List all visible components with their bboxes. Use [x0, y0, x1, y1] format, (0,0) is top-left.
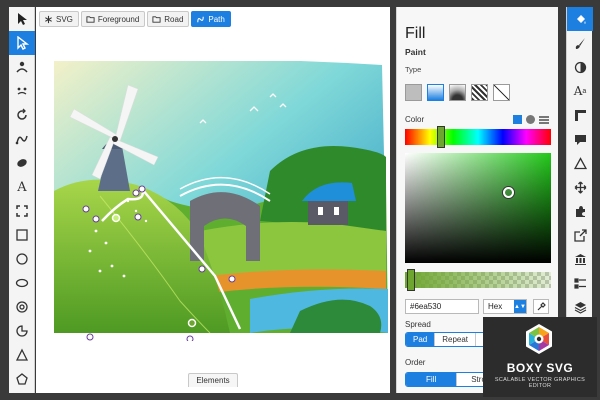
eyedropper-button[interactable]: [533, 299, 549, 314]
triangle-icon[interactable]: [9, 343, 35, 367]
type-radial-button[interactable]: [449, 84, 466, 101]
paint-section-title: Paint: [405, 47, 426, 57]
artwork-canvas[interactable]: [50, 61, 394, 341]
type-linear-button[interactable]: [427, 84, 444, 101]
puzzle-icon[interactable]: [567, 199, 593, 223]
breadcrumb: SVG Foreground Road Path: [39, 11, 231, 27]
left-toolbar: A: [9, 7, 35, 393]
blob-icon[interactable]: [9, 151, 35, 175]
folder-icon: [86, 15, 95, 23]
spread-label: Spread: [405, 320, 431, 329]
layers-icon[interactable]: [567, 295, 593, 319]
person-icon[interactable]: [9, 55, 35, 79]
ring-icon[interactable]: [9, 271, 35, 295]
alpha-slider-thumb[interactable]: [407, 269, 415, 291]
breadcrumb-road[interactable]: Road: [147, 11, 190, 27]
breadcrumb-label: Road: [164, 14, 184, 24]
contrast-icon[interactable]: [567, 55, 593, 79]
color-format-value: Hex: [488, 302, 503, 311]
pie-icon[interactable]: [9, 319, 35, 343]
library-icon[interactable]: [567, 247, 593, 271]
swatches-mode-icon[interactable]: [539, 115, 549, 124]
rotate-icon[interactable]: [9, 103, 35, 127]
ruler-icon[interactable]: [567, 103, 593, 127]
canvas-area[interactable]: SVG Foreground Road Path Elements: [36, 7, 390, 393]
type-flat-button[interactable]: [405, 84, 422, 101]
breadcrumb-svg[interactable]: SVG: [39, 11, 79, 27]
order-option-fill[interactable]: Fill: [406, 373, 458, 386]
paint-type-row: [405, 84, 510, 101]
path-icon: [197, 16, 205, 22]
text-icon[interactable]: A: [9, 175, 35, 199]
color-mode-switch: [513, 115, 549, 124]
rectangle-icon[interactable]: [9, 223, 35, 247]
app-window: A SVG Foreground Road Path Elements Fill…: [0, 0, 600, 400]
breadcrumb-label: Path: [208, 14, 225, 24]
type-label: Type: [405, 65, 422, 74]
breadcrumb-label: Foreground: [97, 14, 140, 24]
saturation-value-field[interactable]: [405, 153, 551, 263]
boxy-svg-logo: BOXY SVG SCALABLE VECTOR GRAPHICS EDITOR: [483, 317, 597, 397]
color-picker-thumb[interactable]: [503, 187, 514, 198]
logo-mark-icon: [526, 324, 552, 354]
comment-icon[interactable]: [567, 127, 593, 151]
crop-icon[interactable]: [9, 199, 35, 223]
color-format-select[interactable]: Hex ▲▼: [483, 299, 527, 314]
typography-icon[interactable]: Aa: [567, 79, 593, 103]
brush-icon[interactable]: [567, 31, 593, 55]
ellipse-icon[interactable]: [9, 247, 35, 271]
freehand-icon[interactable]: [9, 127, 35, 151]
type-none-button[interactable]: [493, 84, 510, 101]
logo-tagline: SCALABLE VECTOR GRAPHICS EDITOR: [494, 377, 586, 389]
paint-bucket-icon[interactable]: [567, 7, 593, 31]
node-select-icon[interactable]: [9, 31, 35, 55]
spread-option-repeat[interactable]: Repeat: [435, 333, 477, 346]
chevron-updown-icon: ▲▼: [514, 300, 526, 313]
circle-mode-icon[interactable]: [526, 115, 535, 124]
hue-slider-thumb[interactable]: [437, 126, 445, 148]
circle-icon[interactable]: [9, 295, 35, 319]
breadcrumb-foreground[interactable]: Foreground: [80, 11, 146, 27]
pointer-icon[interactable]: [9, 7, 35, 31]
move-arrows-icon[interactable]: [567, 175, 593, 199]
color-label: Color: [405, 115, 425, 124]
pentagon-icon[interactable]: [9, 367, 35, 391]
spread-option-pad[interactable]: Pad: [406, 333, 436, 346]
folder-icon: [152, 15, 161, 23]
alpha-slider[interactable]: [405, 272, 551, 288]
export-icon[interactable]: [567, 223, 593, 247]
eyedropper-icon: [537, 301, 546, 310]
face-icon[interactable]: [9, 79, 35, 103]
triangle-outline-icon[interactable]: [567, 151, 593, 175]
panel-title: Fill: [405, 25, 426, 42]
asterisk-icon: [45, 15, 52, 23]
logo-name: BOXY SVG: [506, 361, 574, 375]
list-icon[interactable]: [567, 271, 593, 295]
square-mode-icon[interactable]: [513, 115, 522, 124]
type-pattern-button[interactable]: [471, 84, 488, 101]
breadcrumb-label: SVG: [56, 14, 73, 24]
hex-color-input[interactable]: #6ea530: [405, 299, 479, 314]
breadcrumb-path[interactable]: Path: [191, 11, 231, 27]
hue-slider[interactable]: [405, 129, 551, 145]
elements-tab[interactable]: Elements: [188, 373, 238, 387]
order-label: Order: [405, 358, 426, 367]
